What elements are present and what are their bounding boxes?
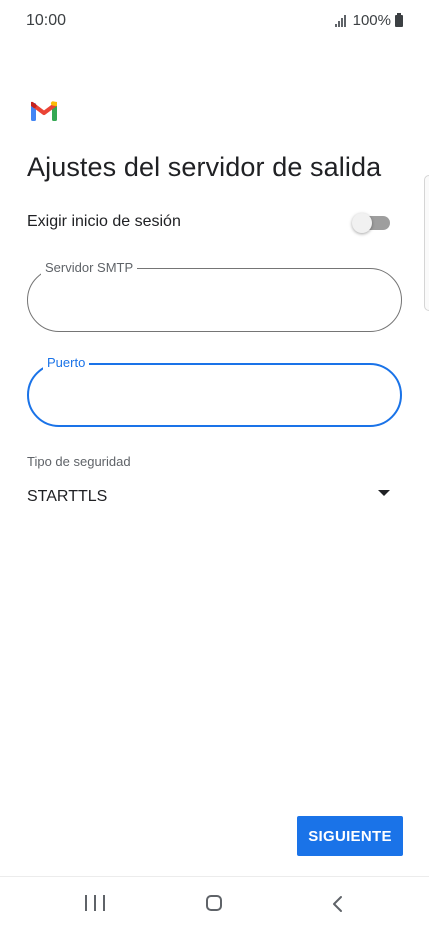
security-type-value: STARTTLS — [27, 488, 108, 505]
smtp-server-input[interactable] — [48, 289, 382, 313]
page-title: Ajustes del servidor de salida — [27, 152, 382, 182]
require-signin-row: Exigir inicio de sesión — [27, 208, 394, 238]
status-indicators: 100% — [334, 12, 403, 29]
battery-percent: 100% — [352, 12, 391, 29]
next-button[interactable]: SIGUIENTE — [297, 816, 403, 856]
require-signin-toggle[interactable] — [352, 213, 390, 233]
navigation-bar — [0, 876, 429, 930]
battery-icon — [395, 12, 403, 27]
signal-icon — [334, 14, 349, 27]
security-type-label: Tipo de seguridad — [27, 454, 131, 469]
smtp-server-label: Servidor SMTP — [41, 260, 138, 276]
port-label: Puerto — [43, 355, 90, 371]
status-time: 10:00 — [26, 12, 67, 29]
edge-panel-handle[interactable] — [424, 175, 429, 311]
port-input[interactable] — [49, 385, 383, 409]
require-signin-label: Exigir inicio de sesión — [27, 213, 181, 230]
recents-icon[interactable] — [85, 895, 105, 913]
back-icon[interactable] — [330, 895, 346, 913]
toggle-thumb — [352, 213, 372, 233]
smtp-server-field[interactable]: Servidor SMTP — [27, 260, 402, 332]
home-icon[interactable] — [206, 895, 222, 911]
port-field[interactable]: Puerto — [27, 355, 402, 427]
security-type-dropdown[interactable]: STARTTLS — [27, 482, 394, 514]
dropdown-arrow-icon — [378, 490, 390, 496]
gmail-logo-icon — [31, 101, 57, 121]
status-bar: 10:00 100% — [0, 0, 429, 40]
